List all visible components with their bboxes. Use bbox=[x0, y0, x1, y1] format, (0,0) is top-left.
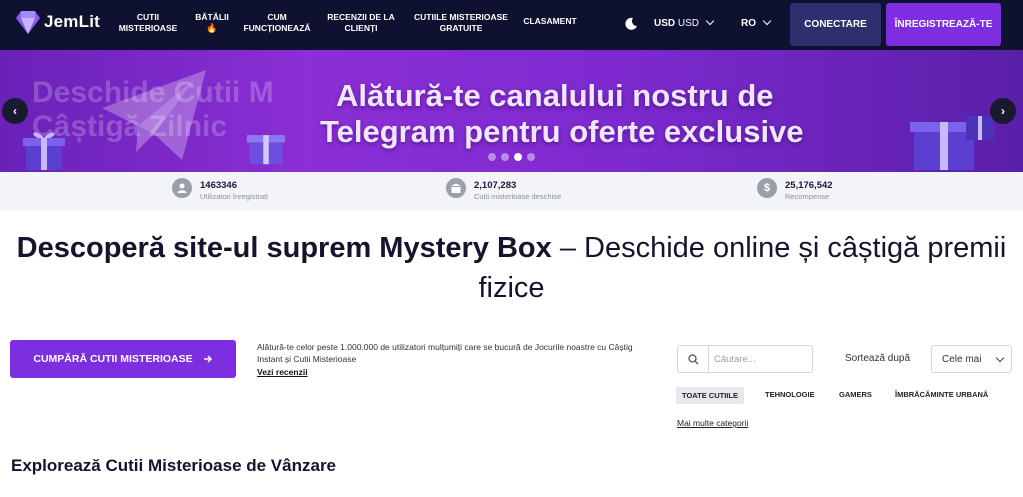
category-tab-streetwear[interactable]: Îmbrăcăminte urbană bbox=[895, 390, 988, 399]
chevron-down-icon bbox=[995, 353, 1005, 363]
carousel-prev-button[interactable]: ‹ bbox=[2, 98, 28, 124]
login-button[interactable]: Conectare bbox=[790, 3, 881, 46]
nav-free-boxes[interactable]: Cutiile misterioase gratuite bbox=[410, 12, 512, 34]
stat-rewards: $ 25,176,542 Recompense bbox=[757, 178, 833, 202]
nav-battles[interactable]: Bătălii 🔥 bbox=[190, 12, 234, 34]
chevron-down-icon bbox=[762, 16, 772, 26]
social-proof-text: Alătură-te celor peste 1.000.000 de util… bbox=[257, 342, 633, 364]
banner-headline-line1: Alătură-te canalului nostru de bbox=[336, 78, 774, 113]
stat-boxes-opened: 2,107,283 Cutii misterioase deschise bbox=[446, 178, 561, 202]
fire-icon: 🔥 bbox=[206, 23, 218, 33]
carousel-dot[interactable] bbox=[488, 153, 496, 161]
category-tab-all-boxes[interactable]: Toate cutiile bbox=[676, 387, 744, 404]
gift-box-icon bbox=[23, 132, 65, 170]
gift-box-icon bbox=[246, 135, 286, 165]
page-headline: Descoperă site-ul suprem Mystery Box – D… bbox=[16, 232, 1007, 304]
more-categories-link[interactable]: Mai multe categorii bbox=[677, 418, 748, 428]
search-input[interactable] bbox=[714, 351, 808, 367]
arrow-right-icon bbox=[203, 355, 212, 363]
carousel-dot[interactable] bbox=[501, 153, 509, 161]
nav-reviews[interactable]: Recenzii de la clienți bbox=[324, 12, 398, 34]
section-title: Explorează Cutii Misterioase de Vânzare bbox=[11, 456, 337, 475]
brand-name: JemLit bbox=[44, 12, 100, 31]
user-icon bbox=[172, 178, 192, 198]
search-icon[interactable] bbox=[678, 346, 709, 372]
stat-registered-users: 1463346 Utilizatori înregistrați bbox=[172, 178, 268, 202]
language-selector[interactable]: RO bbox=[741, 16, 772, 29]
dark-mode-moon-icon[interactable] bbox=[624, 17, 638, 31]
chevron-right-icon: › bbox=[1001, 104, 1005, 118]
gift-box-icon bbox=[910, 116, 994, 170]
top-navbar: JemLit Cutii misterioase Bătălii 🔥 Cum f… bbox=[0, 0, 1023, 50]
chevron-down-icon bbox=[705, 16, 715, 26]
gem-logo-icon bbox=[16, 11, 40, 34]
see-reviews-link[interactable]: Vezi recenzii bbox=[257, 367, 308, 377]
buy-mystery-boxes-button[interactable]: Cumpără cutii misterioase bbox=[10, 340, 236, 378]
promo-banner-carousel[interactable]: Deschide Cutii M Câștigă Zilnic Alătură-… bbox=[0, 50, 1023, 172]
box-icon bbox=[446, 178, 466, 198]
stats-strip: 1463346 Utilizatori înregistrați 2,107,2… bbox=[0, 172, 1023, 210]
sort-label: Sortează după bbox=[845, 353, 911, 364]
search-box bbox=[677, 345, 813, 373]
register-button[interactable]: Înregistrează-te bbox=[886, 3, 1001, 46]
category-tab-gamers[interactable]: Gamers bbox=[839, 390, 872, 399]
telegram-plane-icon bbox=[102, 70, 206, 160]
logo[interactable]: JemLit bbox=[14, 8, 100, 36]
nav-leaderboard[interactable]: Clasament bbox=[520, 16, 580, 27]
chevron-left-icon: ‹ bbox=[13, 104, 17, 118]
nav-how-it-works[interactable]: Cum funcționează bbox=[238, 12, 316, 34]
carousel-dot[interactable] bbox=[527, 153, 535, 161]
sort-select[interactable]: Cele mai bbox=[931, 345, 1012, 373]
currency-selector[interactable]: USD USD bbox=[654, 16, 715, 29]
carousel-next-button[interactable]: › bbox=[990, 98, 1016, 124]
carousel-pagination bbox=[488, 153, 535, 161]
dollar-icon: $ bbox=[757, 178, 777, 198]
carousel-dot-active[interactable] bbox=[514, 153, 522, 161]
banner-headline-line2: Telegram pentru oferte exclusive bbox=[320, 114, 804, 149]
nav-mystery-boxes[interactable]: Cutii misterioase bbox=[116, 12, 180, 34]
category-tab-technology[interactable]: Tehnologie bbox=[765, 390, 815, 399]
